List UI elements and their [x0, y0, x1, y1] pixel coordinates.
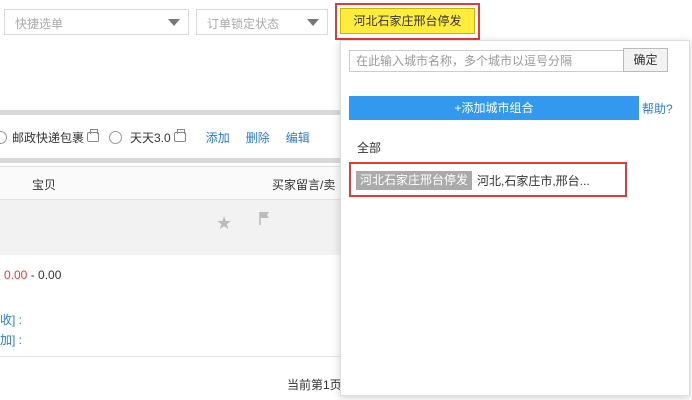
quick-select-dropdown[interactable]: 快捷选单 [4, 9, 189, 35]
shipping-radio-postal[interactable] [0, 130, 7, 144]
price-high: 0.00 [38, 268, 62, 282]
price-separator: - [27, 268, 39, 282]
col-header-message: 买家留言/卖 [272, 178, 336, 192]
col-header-item: 宝贝 [32, 178, 57, 192]
shipping-options-row: 邮政快递包裹 天天3.0 添加 删除 编辑 [0, 126, 310, 148]
star-icon[interactable]: ★ [216, 213, 232, 234]
pager-text: 当前第1页 [287, 378, 342, 392]
add-city-combo-button[interactable]: +添加城市组合 [349, 96, 639, 120]
flag-icon[interactable] [258, 211, 270, 225]
add-template-link[interactable]: 添加 [206, 129, 230, 146]
city-combo-filter-button[interactable]: 河北石家庄邢台停发 [340, 8, 475, 34]
quick-select-placeholder: 快捷选单 [15, 17, 64, 31]
chevron-down-icon [307, 19, 319, 26]
help-link[interactable]: 帮助? [642, 100, 673, 117]
lock-status-placeholder: 订单锁定状态 [207, 17, 280, 31]
section-divider [0, 158, 340, 163]
delete-template-link[interactable]: 删除 [246, 129, 270, 146]
city-search-input[interactable] [349, 50, 624, 72]
all-combos-option[interactable]: 全部 [357, 139, 381, 156]
shipping-option-tiantian-label: 天天3.0 [130, 130, 171, 145]
printer-icon[interactable] [87, 129, 100, 142]
annotation-highlight-frame [349, 162, 627, 197]
shipping-radio-tiantian[interactable] [109, 130, 123, 144]
order-table-header: 宝贝 买家留言/卖 [0, 166, 340, 200]
city-combo-popup: 确定 +添加城市组合 帮助? 全部 河北石家庄邢台停发 河北,石家庄市,邢台..… [340, 40, 690, 396]
section-divider [0, 110, 340, 115]
row-divider [0, 356, 340, 357]
shipping-option-postal-label: 邮政快递包裹 [12, 130, 85, 145]
order-link-2[interactable]: 加] : [0, 331, 22, 348]
lock-status-dropdown[interactable]: 订单锁定状态 [196, 9, 328, 35]
order-price-range: 0.00 - 0.00 [4, 268, 61, 282]
confirm-button[interactable]: 确定 [623, 48, 668, 72]
order-link-1[interactable]: 收] : [0, 311, 22, 328]
price-low: 0.00 [4, 268, 28, 282]
order-row: ★ [0, 200, 340, 255]
chevron-down-icon [168, 19, 180, 26]
printer-icon[interactable] [173, 129, 186, 142]
edit-template-link[interactable]: 编辑 [286, 129, 310, 146]
